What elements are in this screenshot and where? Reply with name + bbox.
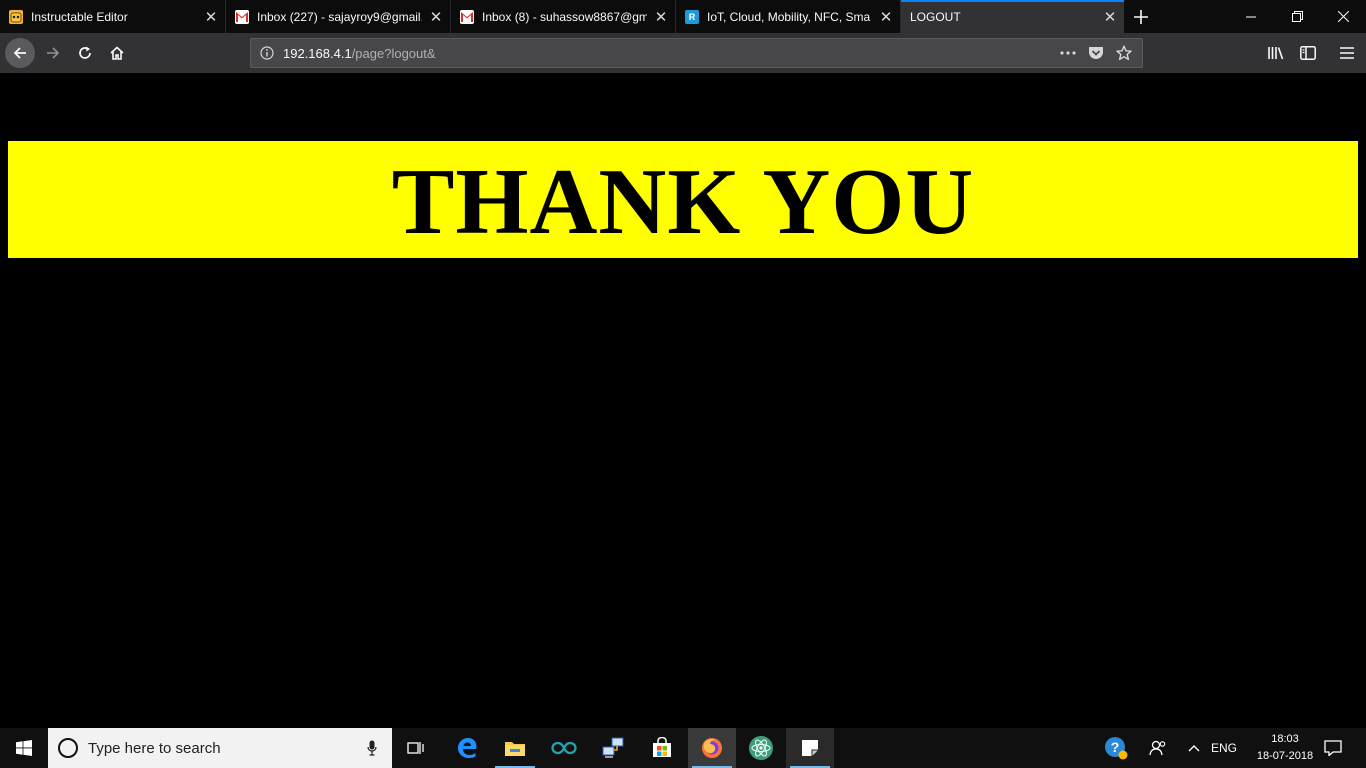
page-content: THANK YOU — [0, 73, 1366, 728]
edge-icon — [458, 738, 477, 758]
plus-icon — [1134, 9, 1148, 24]
microphone-icon[interactable] — [352, 740, 392, 756]
tab-close-icon[interactable]: ✕ — [872, 8, 900, 26]
minimize-button[interactable] — [1228, 0, 1274, 33]
arduino-icon — [551, 741, 577, 755]
language-label: ENG — [1210, 741, 1237, 755]
start-button[interactable] — [0, 728, 48, 768]
show-hidden-icons-button[interactable] — [1180, 728, 1208, 768]
page-actions — [1054, 39, 1138, 67]
clock-date: 18-07-2018 — [1256, 750, 1314, 762]
tab-gmail-suhassow[interactable]: Inbox (8) - suhassow8867@gma ✕ — [450, 0, 675, 33]
new-tab-button[interactable] — [1124, 0, 1158, 33]
edge-taskbar-button[interactable] — [443, 728, 491, 768]
tab-close-icon[interactable]: ✕ — [197, 8, 225, 26]
input-language-indicator[interactable]: ENG — [1208, 728, 1240, 768]
store-taskbar-button[interactable] — [638, 728, 686, 768]
people-tray-button[interactable] — [1142, 728, 1174, 768]
people-icon — [1149, 740, 1166, 756]
minimize-icon — [1246, 16, 1256, 17]
chevron-up-icon — [1188, 745, 1200, 752]
tab-title: IoT, Cloud, Mobility, NFC, Sma — [707, 9, 871, 24]
tab-title: Instructable Editor — [31, 9, 128, 24]
hamburger-menu-icon — [1340, 47, 1354, 59]
close-window-button[interactable] — [1320, 0, 1366, 33]
gmail-icon — [235, 9, 249, 24]
tab-strip: Instructable Editor ✕ Inbox (227) - saja… — [0, 0, 1366, 33]
library-icon — [1268, 47, 1284, 60]
help-tray-button[interactable]: ? — [1100, 728, 1132, 768]
network-tool-taskbar-button[interactable] — [589, 728, 637, 768]
gmail-icon — [460, 9, 474, 24]
taskbar-search-box[interactable]: Type here to search — [48, 728, 392, 768]
system-clock[interactable]: 18:03 18-07-2018 — [1252, 728, 1318, 768]
url-path: /page?logout& — [351, 45, 436, 61]
site-info-icon[interactable] — [251, 46, 283, 60]
clock-time: 18:03 — [1271, 733, 1299, 745]
file-explorer-taskbar-button[interactable] — [491, 728, 539, 768]
home-icon — [110, 46, 124, 60]
library-button[interactable] — [1261, 38, 1291, 68]
instructables-robot-icon — [9, 9, 23, 24]
firefox-taskbar-button[interactable] — [688, 728, 736, 768]
network-tool-icon — [602, 737, 624, 758]
help-question-icon: ? — [1105, 737, 1128, 760]
home-button[interactable] — [102, 38, 132, 68]
action-center-button[interactable] — [1318, 728, 1348, 768]
tab-iot-cloud[interactable]: R IoT, Cloud, Mobility, NFC, Sma ✕ — [675, 0, 900, 33]
tab-gmail-sajayroy[interactable]: Inbox (227) - sajayroy9@gmail. ✕ — [225, 0, 450, 33]
tab-close-icon[interactable]: ✕ — [422, 8, 450, 26]
pocket-icon[interactable] — [1082, 46, 1110, 61]
reload-button[interactable] — [70, 38, 100, 68]
atom-icon — [749, 736, 773, 760]
sticky-notes-icon — [802, 740, 818, 756]
tab-logout[interactable]: LOGOUT ✕ — [900, 0, 1124, 33]
sidebar-button[interactable] — [1293, 38, 1323, 68]
tab-title: Inbox (8) - suhassow8867@gma — [482, 9, 647, 24]
app-menu-button[interactable] — [1332, 38, 1362, 68]
firefox-icon — [702, 738, 722, 758]
forward-arrow-icon — [47, 47, 60, 59]
back-button[interactable] — [5, 38, 35, 68]
windows-logo-icon — [16, 740, 32, 756]
cortana-icon — [58, 738, 78, 758]
restore-button[interactable] — [1274, 0, 1320, 33]
tab-instructable-editor[interactable]: Instructable Editor ✕ — [0, 0, 225, 33]
windows-taskbar: Type here to search ? ENG 18:03 18-07-20… — [0, 728, 1366, 768]
search-placeholder: Type here to search — [88, 739, 221, 757]
sticky-notes-taskbar-button[interactable] — [786, 728, 834, 768]
notification-icon — [1324, 740, 1342, 756]
navigation-toolbar: 192.168.4.1/page?logout& — [0, 33, 1366, 73]
r-logo-icon: R — [685, 9, 699, 24]
svg-text:?: ? — [1111, 739, 1120, 755]
restore-icon — [1291, 11, 1303, 22]
forward-button[interactable] — [38, 38, 68, 68]
tab-title: Inbox (227) - sajayroy9@gmail. — [257, 9, 422, 24]
back-arrow-icon — [13, 47, 26, 59]
reload-icon — [79, 46, 91, 59]
atom-taskbar-button[interactable] — [737, 728, 785, 768]
sidebar-icon — [1300, 46, 1316, 60]
file-explorer-icon — [505, 742, 525, 756]
thank-you-banner: THANK YOU — [8, 141, 1358, 258]
address-bar[interactable]: 192.168.4.1/page?logout& — [250, 38, 1143, 68]
url-host: 192.168.4.1 — [283, 45, 352, 61]
page-heading: THANK YOU — [391, 149, 975, 254]
tab-close-icon[interactable]: ✕ — [647, 8, 675, 26]
arduino-taskbar-button[interactable] — [540, 728, 588, 768]
store-icon — [653, 737, 671, 757]
bookmark-star-icon[interactable] — [1110, 45, 1138, 61]
task-view-button[interactable] — [392, 728, 440, 768]
tab-close-icon[interactable]: ✕ — [1096, 8, 1124, 26]
page-actions-menu-icon[interactable] — [1054, 51, 1082, 55]
close-icon — [1337, 11, 1349, 22]
tab-title: LOGOUT — [910, 9, 961, 24]
task-view-icon — [407, 742, 424, 754]
